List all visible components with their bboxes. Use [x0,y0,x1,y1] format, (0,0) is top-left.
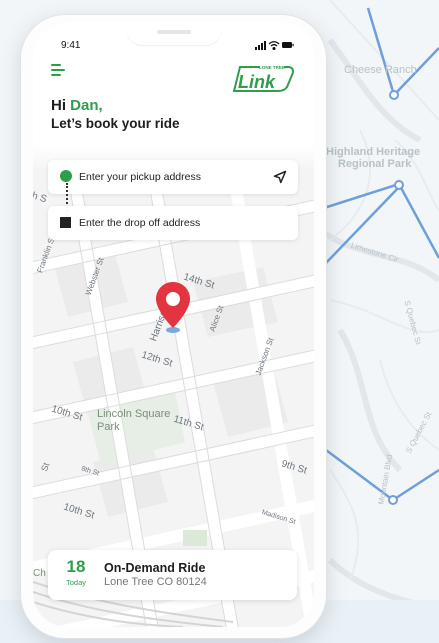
app-showcase: Cheese Ranch Highland Heritage Regional … [0,0,439,643]
wifi-icon [268,41,280,51]
greeting-prefix: Hi [51,97,66,114]
ride-day: 18 [66,557,86,576]
dropoff-address-input[interactable]: Enter the drop off address [48,206,298,240]
greeting: Hi Dan, [51,97,103,114]
page-subtitle: Let’s book your ride [51,116,180,131]
ride-location: Lone Tree CO 80124 [104,576,207,588]
location-pin-icon [156,282,190,333]
dropoff-placeholder: Enter the drop off address [79,217,201,229]
phone-notch [126,22,222,46]
svg-text:LONE TREE: LONE TREE [259,65,285,70]
bg-map-label: Regional Park [338,158,412,170]
bg-map-label: Cheese Ranch [344,64,417,76]
bg-map-label: Highland Heritage [326,146,421,158]
battery-icon [282,42,294,48]
ride-day-label: Today [65,578,86,587]
pickup-placeholder: Enter your pickup address [79,171,201,183]
speaker-bar [157,30,191,34]
svg-text:Link: Link [238,72,276,92]
user-name: Dan, [70,97,103,114]
app-screen: 14th St Harrison St Alice St 12th St Jac… [33,22,314,627]
pickup-address-input[interactable]: Enter your pickup address [48,160,298,194]
hamburger-menu-icon[interactable] [51,62,69,78]
lone-tree-link-logo: LONE TREE Link [232,64,294,92]
status-icons [255,41,294,51]
pickup-dot-icon [60,170,72,182]
dropoff-square-icon [60,217,71,228]
status-time: 9:41 [61,40,81,51]
ride-card[interactable]: 18 Today On-Demand Ride Lone Tree CO 801… [48,550,297,600]
park-label: Lincoln Square Park [97,408,171,433]
ride-title: On-Demand Ride [104,561,206,575]
navigation-arrow-icon[interactable] [272,169,288,185]
district-label: Ch [33,568,46,579]
signal-icon [255,41,266,50]
